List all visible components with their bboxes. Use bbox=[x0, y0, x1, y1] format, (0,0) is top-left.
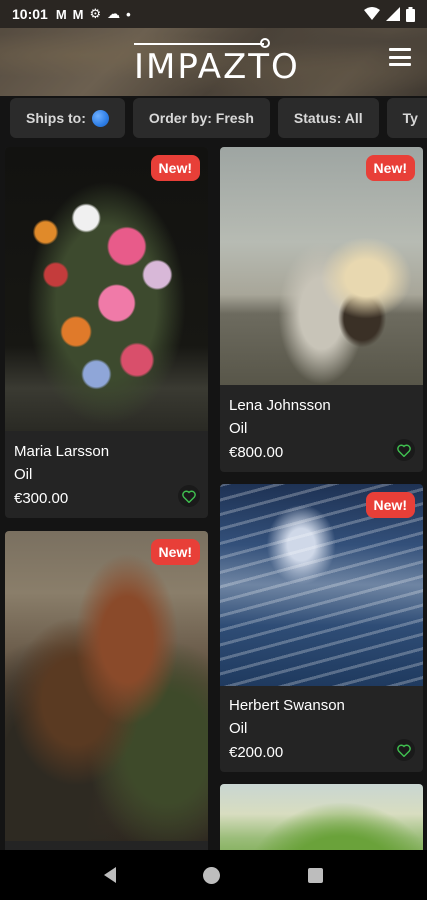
artwork-price: €800.00 bbox=[229, 444, 284, 461]
impazto-logo[interactable]: IMPAZTO bbox=[134, 38, 300, 90]
status-bar: 10:01 M M ⚙ ☁ • bbox=[0, 0, 427, 28]
back-icon[interactable] bbox=[103, 867, 116, 883]
status-label: Status: All bbox=[293, 110, 363, 126]
favorite-heart-icon[interactable] bbox=[393, 739, 415, 761]
artwork-price: €200.00 bbox=[229, 744, 284, 761]
new-badge: New! bbox=[365, 492, 415, 518]
artwork-medium: Oil bbox=[229, 420, 248, 437]
artwork-card[interactable] bbox=[220, 784, 423, 850]
notification-icons: M M ⚙ ☁ • bbox=[56, 6, 131, 22]
type-label: Ty bbox=[402, 110, 418, 126]
order-by-filter[interactable]: Order by: Fresh bbox=[132, 98, 270, 138]
artist-name: Maria Larsson bbox=[14, 443, 110, 460]
artwork-card[interactable]: New! Maria Larsson Oil €300.00 bbox=[5, 147, 208, 518]
logo-text: IMPAZTO bbox=[134, 47, 300, 87]
hamburger-menu-icon[interactable] bbox=[389, 48, 411, 66]
artwork-card[interactable]: New! bbox=[5, 531, 208, 850]
artwork-card[interactable]: New! Herbert Swanson Oil €200.00 bbox=[220, 484, 423, 772]
artist-name: Herbert Swanson bbox=[229, 697, 345, 714]
recent-apps-icon[interactable] bbox=[308, 867, 324, 883]
home-icon[interactable] bbox=[203, 866, 221, 884]
ships-to-label: Ships to: bbox=[26, 110, 86, 126]
wifi-icon bbox=[364, 7, 380, 20]
artwork-medium: Oil bbox=[229, 720, 248, 737]
settings-icon: ⚙ bbox=[89, 6, 102, 21]
artwork-price: €300.00 bbox=[14, 490, 69, 507]
gmail-icon: M bbox=[72, 6, 84, 22]
artwork-medium: Oil bbox=[14, 466, 33, 483]
system-icons bbox=[364, 6, 415, 22]
status-time: 10:01 bbox=[12, 6, 48, 22]
artwork-image-green-hills[interactable] bbox=[220, 784, 423, 850]
artwork-card[interactable]: New! Lena Johnsson Oil €800.00 bbox=[220, 147, 423, 472]
dot-icon: • bbox=[126, 6, 131, 22]
new-badge: New! bbox=[150, 155, 200, 181]
gmail-icon: M bbox=[55, 6, 67, 22]
system-nav-bar bbox=[0, 850, 427, 900]
favorite-heart-icon[interactable] bbox=[178, 485, 200, 507]
artwork-image-flower-still-life[interactable] bbox=[5, 147, 208, 431]
ships-to-filter[interactable]: Ships to: bbox=[10, 98, 125, 138]
filter-bar: Ships to: Order by: Fresh Status: All Ty bbox=[0, 96, 427, 144]
type-filter[interactable]: Ty bbox=[386, 98, 427, 138]
artwork-grid: New! Maria Larsson Oil €300.00 New! Lena… bbox=[0, 144, 427, 850]
app-header: IMPAZTO bbox=[0, 28, 427, 96]
artist-name: Lena Johnsson bbox=[229, 397, 331, 414]
new-badge: New! bbox=[365, 155, 415, 181]
new-badge: New! bbox=[150, 539, 200, 565]
artwork-image-sailing-ship[interactable] bbox=[220, 147, 423, 385]
status-filter[interactable]: Status: All bbox=[277, 98, 379, 138]
artwork-image-forest-landscape[interactable] bbox=[5, 531, 208, 841]
globe-icon bbox=[91, 109, 109, 127]
logo-brush-stroke bbox=[134, 43, 264, 45]
cloud-icon: ☁ bbox=[107, 6, 121, 21]
signal-icon bbox=[386, 7, 400, 21]
battery-icon bbox=[406, 6, 415, 22]
favorite-heart-icon[interactable] bbox=[393, 439, 415, 461]
order-by-label: Order by: Fresh bbox=[148, 110, 254, 126]
